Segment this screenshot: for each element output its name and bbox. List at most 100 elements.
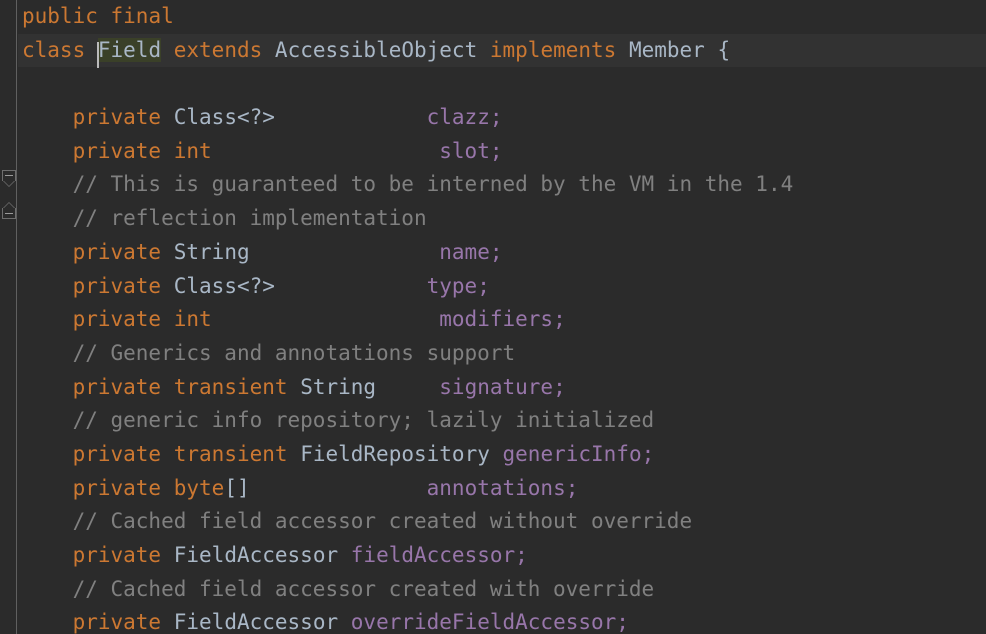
- code-token: // Generics and annotations support: [72, 340, 516, 365]
- fold-marker-region-end[interactable]: [2, 202, 16, 219]
- code-editor[interactable]: public final class Field extends Accessib…: [0, 0, 986, 634]
- code-line[interactable]: private FieldAccessor overrideFieldAcces…: [0, 606, 986, 634]
- code-token: <?>: [236, 273, 275, 298]
- code-token: ;: [489, 138, 503, 163]
- code-token: public: [22, 4, 98, 28]
- code-token: private: [72, 374, 162, 399]
- code-token: extends: [173, 37, 263, 62]
- code-line[interactable]: // Cached field accessor created with ov…: [0, 573, 986, 607]
- code-line[interactable]: private transient FieldRepository generi…: [0, 438, 986, 472]
- code-line[interactable]: private byte[] annotations;: [0, 472, 986, 506]
- text-caret: [96, 41, 99, 68]
- code-token: ;: [489, 105, 503, 130]
- code-token: Member: [628, 37, 705, 62]
- code-token: private: [72, 105, 162, 130]
- code-line[interactable]: private int modifiers;: [0, 303, 986, 337]
- code-token: // generic info repository; lazily initi…: [72, 408, 655, 433]
- code-token: modifiers: [439, 307, 554, 332]
- code-token: private: [72, 610, 162, 634]
- code-token: type: [426, 273, 478, 298]
- code-line[interactable]: // Cached field accessor created without…: [0, 505, 986, 539]
- code-line[interactable]: private String name;: [0, 236, 986, 270]
- code-token: String: [173, 239, 250, 264]
- code-token: // This is guaranteed to be interned by …: [72, 172, 794, 197]
- code-token: overrideFieldAccessor: [350, 610, 617, 634]
- code-token: {: [704, 37, 731, 62]
- code-token: private: [72, 239, 162, 264]
- code-token: ;: [616, 610, 629, 634]
- code-line[interactable]: private transient String signature;: [0, 371, 986, 405]
- code-token: // Cached field accessor created without…: [72, 509, 693, 534]
- code-token: private: [72, 138, 162, 163]
- code-token: implements: [489, 37, 617, 62]
- code-line[interactable]: [0, 67, 986, 101]
- code-token: private: [72, 307, 162, 332]
- code-line[interactable]: // reflection implementation: [0, 202, 986, 236]
- code-token: ;: [553, 374, 566, 399]
- code-token: private: [72, 273, 162, 298]
- code-token: class: [22, 37, 86, 62]
- code-line[interactable]: public final: [0, 0, 986, 34]
- code-token: Class: [173, 273, 237, 298]
- code-token: AccessibleObject: [274, 37, 478, 62]
- code-token: clazz: [426, 105, 490, 130]
- code-line[interactable]: private Class<?> type;: [0, 270, 986, 304]
- code-token: name: [439, 239, 490, 264]
- code-line[interactable]: // generic info repository; lazily initi…: [0, 404, 986, 438]
- editor-gutter[interactable]: [0, 0, 18, 634]
- code-token: ;: [565, 475, 579, 500]
- gutter-divider-line: [16, 0, 17, 634]
- code-token: Class: [173, 105, 237, 130]
- code-line[interactable]: private int slot;: [0, 135, 986, 169]
- code-token: genericInfo: [502, 441, 642, 466]
- code-token: ;: [515, 543, 528, 567]
- code-token: private: [72, 441, 162, 466]
- code-content-area[interactable]: public final class Field extends Accessib…: [0, 0, 986, 634]
- code-token: annotations: [426, 475, 566, 500]
- code-line[interactable]: // This is guaranteed to be interned by …: [0, 168, 986, 202]
- code-token: byte: [173, 475, 225, 500]
- code-token: String: [300, 374, 377, 399]
- code-token: transient: [173, 441, 288, 466]
- code-line[interactable]: class Field extends AccessibleObject imp…: [0, 33, 986, 68]
- code-line[interactable]: private Class<?> clazz;: [0, 101, 986, 135]
- code-line[interactable]: // Generics and annotations support: [0, 337, 986, 371]
- code-line[interactable]: private FieldAccessor fieldAccessor;: [0, 539, 986, 573]
- code-token: // Cached field accessor created with ov…: [72, 576, 655, 601]
- fold-marker-expanded[interactable]: [2, 170, 16, 187]
- code-token: private: [72, 475, 162, 500]
- code-token: ;: [477, 273, 490, 298]
